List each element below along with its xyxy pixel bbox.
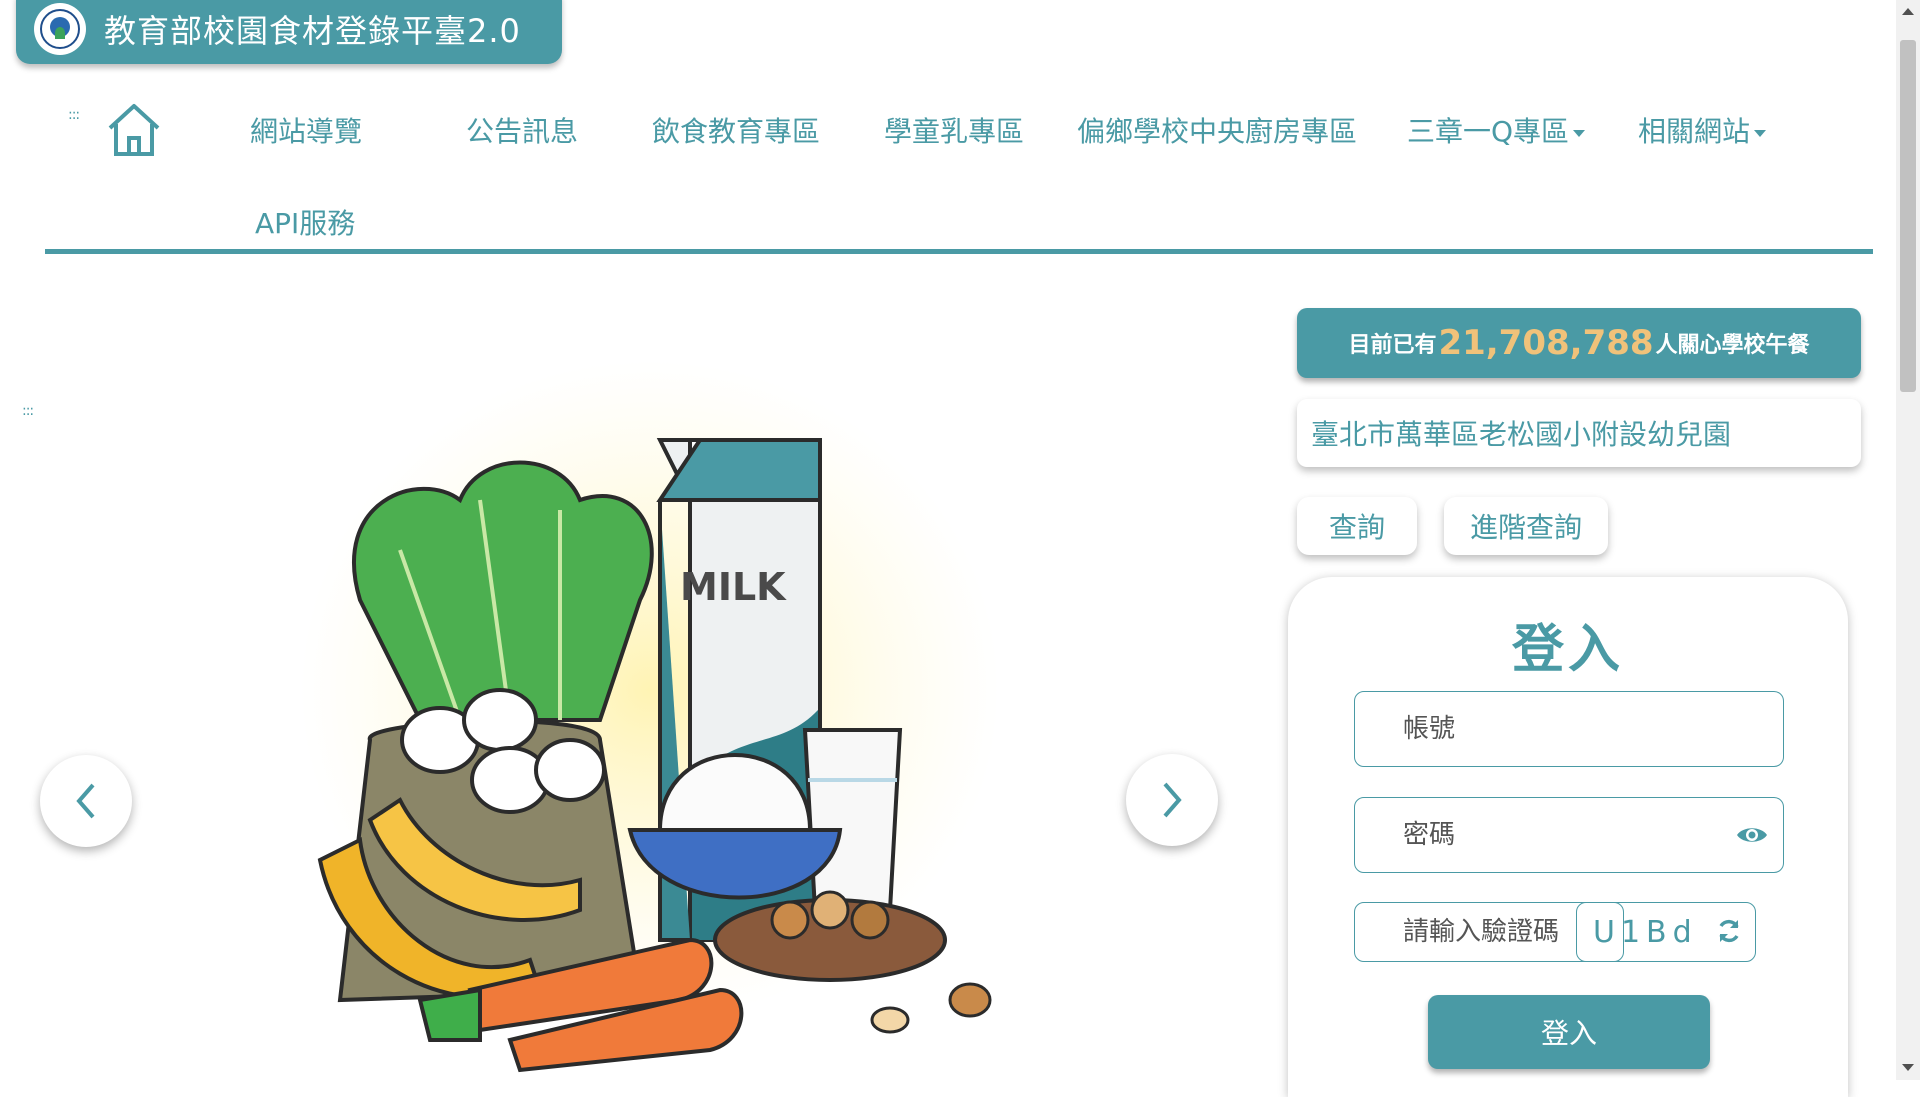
counter-prefix: 目前已有	[1348, 333, 1437, 358]
dropdown-caret-icon	[1573, 129, 1586, 137]
carousel-next-button[interactable]	[1126, 754, 1218, 846]
password-input[interactable]	[1403, 820, 1783, 850]
nav-item-sitemap[interactable]: 網站導覽	[250, 110, 362, 150]
captcha-image: U1Bd	[1576, 902, 1756, 962]
chevron-left-icon	[76, 783, 95, 819]
password-field[interactable]	[1354, 797, 1784, 873]
counter-suffix: 人關心學校午餐	[1655, 333, 1810, 358]
captcha-code-text: U1Bd	[1593, 914, 1698, 950]
carousel-grip-icon[interactable]: :::	[22, 404, 34, 418]
login-title: 登入	[1511, 620, 1624, 680]
refresh-icon[interactable]	[1715, 917, 1743, 945]
school-search-value: 臺北市萬華區老松國小附設幼兒園	[1311, 418, 1732, 451]
ministry-logo-icon	[34, 3, 86, 55]
account-field[interactable]	[1354, 691, 1784, 767]
advanced-query-button[interactable]: 進階查詢	[1444, 497, 1608, 555]
nav-item-three-labels-label: 三章一Q專區	[1407, 115, 1570, 148]
scroll-up-arrow-icon[interactable]	[1902, 8, 1914, 15]
site-banner[interactable]: 教育部校園食材登錄平臺2.0	[16, 0, 562, 64]
query-button[interactable]: 查詢	[1297, 497, 1417, 555]
nav-item-api[interactable]: API服務	[255, 202, 355, 242]
nav-item-food-education[interactable]: 飲食教育專區	[652, 110, 820, 150]
nav-item-announcements[interactable]: 公告訊息	[466, 110, 578, 150]
scroll-down-arrow-icon[interactable]	[1902, 1064, 1914, 1071]
food-illustration: MILK	[300, 360, 1000, 1073]
visitor-counter: 目前已有 21,708,788 人關心學校午餐	[1297, 308, 1861, 378]
chevron-right-icon	[1163, 782, 1182, 818]
nav-item-rural-kitchen[interactable]: 偏鄉學校中央廚房專區	[1077, 110, 1357, 150]
nav-item-related-sites-label: 相關網站	[1638, 115, 1751, 148]
dropdown-caret-icon	[1754, 129, 1767, 137]
milk-label: MILK	[680, 565, 787, 609]
nav-item-three-labels[interactable]: 三章一Q專區	[1407, 110, 1586, 150]
counter-number: 21,708,788	[1438, 323, 1654, 363]
account-input[interactable]	[1403, 714, 1783, 744]
site-title: 教育部校園食材登錄平臺2.0	[104, 12, 521, 50]
nav-item-student-milk[interactable]: 學童乳專區	[884, 110, 1024, 150]
nav-grip-icon[interactable]: :::	[68, 108, 80, 122]
home-icon[interactable]	[104, 100, 164, 160]
login-card: 登入 U1Bd 登入	[1288, 577, 1848, 1097]
scrollbar-thumb[interactable]	[1900, 40, 1916, 392]
login-submit-button[interactable]: 登入	[1428, 995, 1710, 1069]
school-search-field[interactable]: 臺北市萬華區老松國小附設幼兒園	[1297, 399, 1861, 467]
carousel-prev-button[interactable]	[40, 755, 132, 847]
nav-divider	[45, 249, 1873, 254]
nav-item-related-sites[interactable]: 相關網站	[1638, 110, 1767, 150]
carousel: MILK	[40, 300, 1250, 1080]
eye-icon[interactable]	[1735, 824, 1769, 846]
